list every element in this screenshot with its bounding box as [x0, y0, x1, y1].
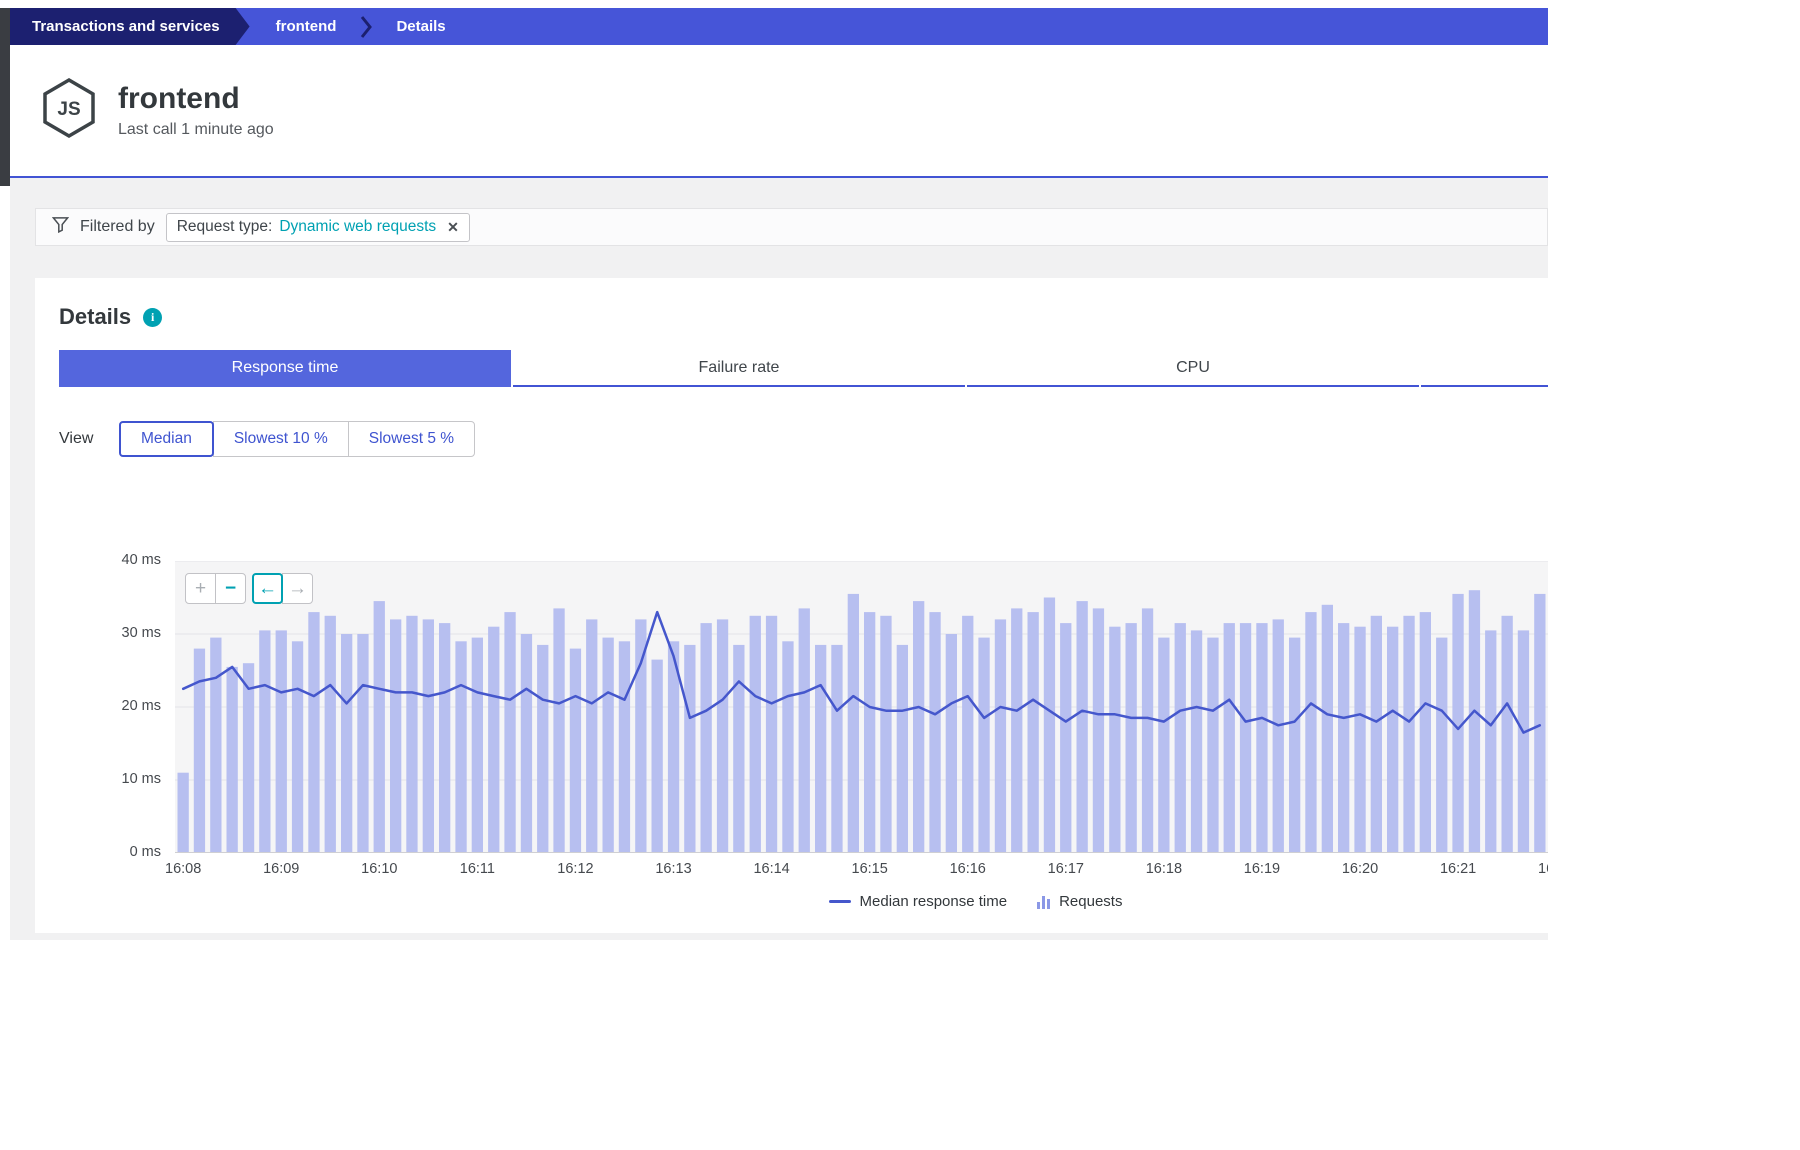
x-tick-label: 16:10 [361, 861, 397, 877]
x-tick-label: 16:11 [460, 861, 495, 877]
legend-label: Median response time [860, 893, 1008, 910]
tab-response-time[interactable]: Response time [59, 350, 511, 387]
breadcrumb-item-details[interactable]: Details [396, 18, 445, 35]
filter-chip-value: Dynamic web requests [279, 218, 436, 236]
x-tick-label: 16:17 [1048, 861, 1084, 877]
chart-plot[interactable]: 0 ms10 ms20 ms30 ms40 ms 16:0816:0916:10… [175, 561, 1548, 853]
x-tick-label: 16:18 [1146, 861, 1182, 877]
tab-partial[interactable] [1421, 350, 1548, 387]
y-tick-label: 20 ms [97, 698, 161, 714]
info-icon[interactable]: i [143, 308, 162, 327]
nodejs-icon: JS [40, 77, 98, 144]
view-label: View [59, 430, 119, 448]
app-window: Transactions and services frontend Detai… [0, 8, 1548, 1150]
page-title: frontend [118, 82, 274, 116]
pan-forward-button[interactable]: → [282, 573, 313, 604]
breadcrumb-item-transactions-and-services[interactable]: Transactions and services [10, 8, 250, 45]
x-tick-label: 16:22 [1538, 861, 1548, 877]
breadcrumb-label: frontend [276, 18, 337, 35]
svg-text:JS: JS [57, 99, 80, 120]
funnel-icon [52, 216, 69, 238]
y-tick-label: 40 ms [97, 552, 161, 568]
details-card: Details i Response time Failure rate CPU… [35, 278, 1548, 933]
y-tick-label: 10 ms [97, 771, 161, 787]
details-tabs: Response time Failure rate CPU [59, 350, 1548, 387]
y-axis-labels: 0 ms10 ms20 ms30 ms40 ms [97, 561, 161, 853]
tab-cpu[interactable]: CPU [967, 350, 1419, 387]
filter-bar: Filtered by Request type: Dynamic web re… [35, 208, 1548, 246]
filter-chip-request-type[interactable]: Request type: Dynamic web requests ✕ [166, 213, 470, 242]
legend-item-requests[interactable]: Requests [1037, 893, 1122, 910]
remove-filter-icon[interactable]: ✕ [447, 219, 459, 236]
breadcrumb-label: Transactions and services [32, 18, 220, 35]
view-option-slowest-10[interactable]: Slowest 10 % [213, 421, 349, 457]
x-tick-label: 16:20 [1342, 861, 1378, 877]
filter-chip-key: Request type: [177, 218, 273, 236]
x-tick-label: 16:19 [1244, 861, 1280, 877]
y-tick-label: 0 ms [97, 844, 161, 860]
view-button-group: Median Slowest 10 % Slowest 5 % [119, 421, 475, 457]
view-option-median[interactable]: Median [119, 421, 214, 457]
pan-back-button[interactable]: ← [252, 573, 283, 604]
content-area: Filtered by Request type: Dynamic web re… [10, 178, 1548, 940]
legend-label: Requests [1059, 893, 1122, 910]
service-header: JS frontend Last call 1 minute ago [10, 45, 1548, 176]
x-tick-label: 16:09 [263, 861, 299, 877]
legend-item-median-response-time[interactable]: Median response time [829, 893, 1008, 910]
x-tick-label: 16:13 [655, 861, 691, 877]
zoom-in-button[interactable]: + [185, 573, 216, 604]
bars-swatch-icon [1037, 895, 1050, 909]
y-tick-label: 30 ms [97, 625, 161, 641]
view-selector-row: View Median Slowest 10 % Slowest 5 % [59, 421, 1548, 457]
line-swatch-icon [829, 900, 851, 903]
breadcrumb-label: Details [396, 18, 445, 35]
x-tick-label: 16:08 [165, 861, 201, 877]
x-axis-labels: 16:08 16:09 16:10 16:11 16:12 16:13 16:14 16:15… [135, 861, 1548, 883]
x-tick-label: 16:21 [1440, 861, 1476, 877]
breadcrumb: Transactions and services frontend Detai… [10, 8, 1548, 45]
chart-zoom-controls: + − ← → [185, 573, 313, 604]
x-tick-label: 16:15 [852, 861, 888, 877]
last-call-status: Last call 1 minute ago [118, 121, 274, 139]
chart-svg [175, 561, 1548, 853]
zoom-out-button[interactable]: − [215, 573, 246, 604]
breadcrumb-item-frontend[interactable]: frontend [276, 18, 337, 35]
filtered-by-label: Filtered by [80, 218, 155, 236]
x-tick-label: 16:12 [557, 861, 593, 877]
chart-legend: Median response time Requests [289, 893, 1548, 910]
left-edge-strip [0, 8, 10, 186]
details-title: Details [59, 304, 131, 330]
chevron-right-icon [360, 15, 372, 39]
tab-failure-rate[interactable]: Failure rate [513, 350, 965, 387]
x-tick-label: 16:16 [950, 861, 986, 877]
x-tick-label: 16:14 [753, 861, 789, 877]
view-option-slowest-5[interactable]: Slowest 5 % [348, 421, 475, 457]
